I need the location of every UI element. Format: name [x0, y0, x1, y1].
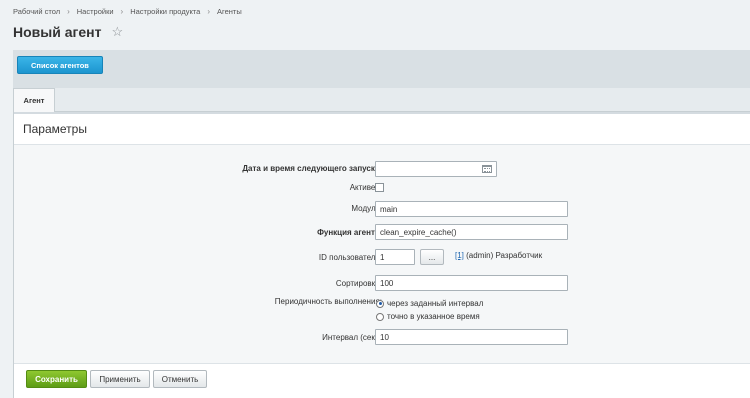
- interval-value: 10: [380, 332, 389, 342]
- form-panel: Параметры Дата и время следующего запуск…: [13, 112, 750, 398]
- breadcrumb-separator: ›: [120, 7, 124, 16]
- cancel-button[interactable]: Отменить: [153, 370, 207, 388]
- breadcrumb-item-desktop[interactable]: Рабочий стол: [13, 7, 60, 16]
- breadcrumb-separator: ›: [207, 7, 211, 16]
- radio-unselected-icon[interactable]: [376, 312, 384, 321]
- user-info: [1] (admin) Разработчик: [455, 251, 542, 260]
- user-id-input[interactable]: 1: [375, 249, 415, 265]
- periodicity-option-label: точно в указанное время: [387, 312, 480, 321]
- periodicity-option-label: через заданный интервал: [387, 299, 484, 308]
- active-checkbox[interactable]: [375, 183, 384, 192]
- section-header: Параметры: [14, 112, 750, 145]
- function-value: clean_expire_cache(): [380, 227, 457, 237]
- function-input[interactable]: clean_expire_cache(): [375, 224, 568, 240]
- user-pick-button[interactable]: ...: [420, 249, 444, 265]
- next-run-label: Дата и время следующего запуска:: [242, 164, 382, 173]
- next-run-input[interactable]: [375, 161, 497, 177]
- toolbar: Список агентов: [13, 50, 750, 88]
- module-input[interactable]: main: [375, 201, 568, 217]
- breadcrumb-item-product-settings[interactable]: Настройки продукта: [130, 7, 200, 16]
- periodicity-option-interval[interactable]: через заданный интервал: [376, 299, 483, 308]
- star-icon[interactable]: ☆: [111, 24, 123, 40]
- user-name: (admin) Разработчик: [466, 251, 543, 260]
- save-button[interactable]: Сохранить: [26, 370, 87, 388]
- radio-selected-icon[interactable]: [376, 299, 384, 308]
- tab-agent[interactable]: Агент: [13, 88, 55, 112]
- user-id-label: ID пользователя:: [318, 253, 382, 262]
- sort-value: 100: [380, 278, 394, 288]
- interval-input[interactable]: 10: [375, 329, 568, 345]
- form-area: Дата и время следующего запуска: Активен…: [14, 145, 750, 364]
- apply-button[interactable]: Применить: [90, 370, 150, 388]
- breadcrumb: Рабочий стол › Настройки › Настройки про…: [13, 7, 242, 16]
- sort-input[interactable]: 100: [375, 275, 568, 291]
- periodicity-option-exact[interactable]: точно в указанное время: [376, 312, 480, 321]
- page-title: Новый агент: [13, 24, 102, 40]
- periodicity-label: Периодичность выполнения:: [274, 297, 382, 306]
- breadcrumb-item-settings[interactable]: Настройки: [77, 7, 114, 16]
- breadcrumb-separator: ›: [67, 7, 70, 16]
- page-title-wrap: Новый агент ☆: [13, 24, 123, 40]
- calendar-icon[interactable]: [482, 165, 492, 173]
- section-title: Параметры: [23, 122, 87, 136]
- user-id-value: 1: [380, 252, 385, 262]
- module-value: main: [380, 204, 398, 214]
- agents-list-button[interactable]: Список агентов: [17, 56, 103, 74]
- interval-label: Интервал (сек.):: [322, 333, 382, 342]
- user-link[interactable]: [1]: [455, 251, 464, 260]
- function-label: Функция агента:: [317, 228, 382, 237]
- tabs-bar: Агент: [13, 88, 750, 112]
- breadcrumb-item-agents[interactable]: Агенты: [217, 7, 242, 16]
